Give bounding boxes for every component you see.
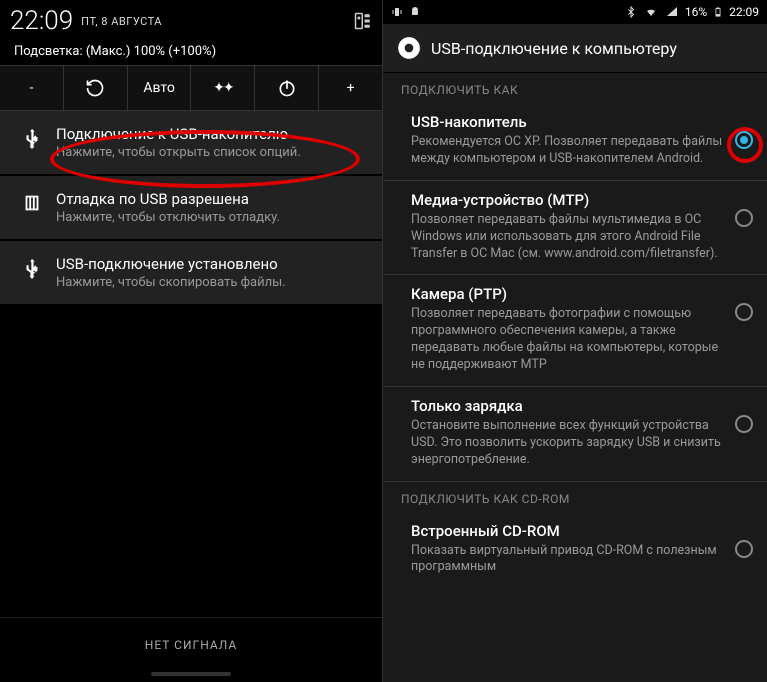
power-button[interactable]	[255, 66, 319, 110]
notification-subtitle: Нажмите, чтобы скопировать файлы.	[56, 275, 370, 290]
option-desc: Остановите выполнение всех функций устро…	[411, 418, 725, 469]
usb-icon	[12, 255, 52, 279]
battery-icon	[713, 5, 723, 19]
clock-time: 22:09	[729, 5, 759, 19]
gear-icon[interactable]	[395, 34, 423, 62]
refresh-icon	[85, 78, 105, 98]
right-phone-settings: 16% 22:09 USB-подключение к компьютеру П…	[383, 0, 767, 682]
debug-icon	[12, 190, 52, 214]
brightness-toolbar: - Авто ✦✦ +	[0, 65, 382, 111]
android-icon	[409, 6, 421, 18]
status-bar-left: 22:09 ПТ, 8 АВГУСТА	[0, 0, 382, 38]
option-cdrom[interactable]: Встроенный CD-ROM Показать виртуальный п…	[383, 512, 767, 589]
left-phone-notification-shade: 22:09 ПТ, 8 АВГУСТА Подсветка: (Макс.) 1…	[0, 0, 383, 682]
notification-item[interactable]: Отладка по USB разрешена Нажмите, чтобы …	[0, 176, 382, 239]
radio-button[interactable]	[735, 209, 753, 227]
clock-time: 22:09	[10, 6, 73, 36]
notification-subtitle: Нажмите, чтобы открыть список опций.	[56, 145, 370, 160]
option-title: Камера (PTP)	[411, 285, 725, 303]
auto-button[interactable]: Авто	[128, 66, 192, 110]
radio-button[interactable]	[735, 415, 753, 433]
option-title: Медиа-устройство (MTP)	[411, 191, 725, 209]
stars-button[interactable]: ✦✦	[191, 66, 255, 110]
plus-button[interactable]: +	[319, 66, 382, 110]
stars-icon: ✦✦	[213, 80, 232, 96]
option-title: USB-накопитель	[411, 113, 725, 131]
wifi-icon	[643, 6, 659, 18]
battery-percent: 16%	[685, 5, 707, 19]
option-title: Только зарядка	[411, 397, 725, 415]
notification-list: Подключение к USB-накопителю Нажмите, чт…	[0, 111, 382, 304]
no-signal-label: НЕТ СИГНАЛА	[0, 617, 382, 672]
minus-button[interactable]: -	[0, 66, 64, 110]
option-charge-only[interactable]: Только зарядка Остановите выполнение все…	[383, 387, 767, 482]
date-label: ПТ, 8 АВГУСТА	[81, 15, 162, 28]
bluetooth-icon	[625, 5, 637, 19]
notification-item[interactable]: USB-подключение установлено Нажмите, что…	[0, 241, 382, 304]
notification-subtitle: Нажмите, чтобы отключить отладку.	[56, 210, 370, 225]
radio-button[interactable]	[735, 131, 753, 149]
section-header: ПОДКЛЮЧИТЬ КАК	[383, 73, 767, 103]
option-usb-storage[interactable]: USB-накопитель Рекомендуется ОС XP. Позв…	[383, 103, 767, 181]
settings-titlebar: USB-подключение к компьютеру	[383, 24, 767, 73]
power-icon	[277, 78, 297, 98]
option-title: Встроенный CD-ROM	[411, 522, 725, 540]
option-desc: Показать виртуальный привод CD-ROM с пол…	[411, 543, 725, 577]
contacts-icon[interactable]	[354, 12, 372, 30]
brightness-line: Подсветка: (Макс.) 100% (+100%)	[0, 38, 382, 65]
option-mtp[interactable]: Медиа-устройство (MTP) Позволяет передав…	[383, 181, 767, 276]
notification-title: USB-подключение установлено	[56, 255, 370, 273]
notification-title: Отладка по USB разрешена	[56, 190, 370, 208]
option-desc: Позволяет передавать фотографии с помощь…	[411, 306, 725, 374]
option-ptp[interactable]: Камера (PTP) Позволяет передавать фотогр…	[383, 275, 767, 387]
option-desc: Рекомендуется ОС XP. Позволяет передават…	[411, 134, 725, 168]
status-bar-right: 16% 22:09	[383, 0, 767, 24]
notification-title: Подключение к USB-накопителю	[56, 125, 370, 143]
drag-handle[interactable]	[151, 672, 231, 676]
refresh-button[interactable]	[64, 66, 128, 110]
notification-item[interactable]: Подключение к USB-накопителю Нажмите, чт…	[0, 111, 382, 174]
vibrate-icon	[391, 6, 403, 18]
radio-button[interactable]	[735, 303, 753, 321]
section-header: ПОДКЛЮЧИТЬ КАК CD-ROM	[383, 482, 767, 512]
radio-button[interactable]	[735, 540, 753, 558]
page-title: USB-подключение к компьютеру	[431, 39, 677, 58]
usb-icon	[12, 125, 52, 149]
signal-icon	[665, 6, 679, 18]
option-desc: Позволяет передавать файлы мультимедиа в…	[411, 212, 725, 263]
